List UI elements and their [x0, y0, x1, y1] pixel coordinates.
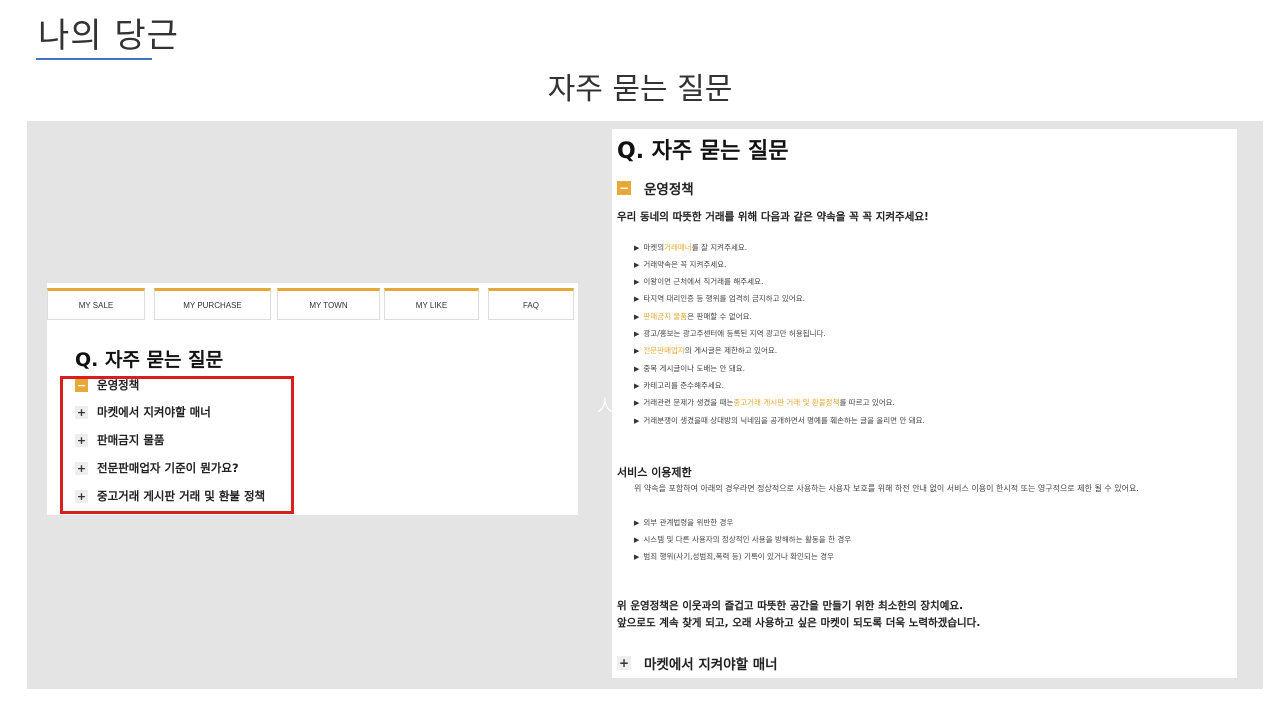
slide-subtitle: 자주 묻는 질문 — [547, 72, 733, 107]
faq-heading: Q. 자주 묻는 질문 — [75, 349, 224, 371]
tab-my-sale[interactable]: MY SALE — [47, 288, 145, 320]
triangle-bullet-icon: ▶ — [634, 243, 640, 252]
faq-detail-heading: Q. 자주 묻는 질문 — [617, 139, 789, 164]
closing-line-2: 앞으로도 계속 찾게 되고, 오래 사용하고 싶은 마켓이 되도록 더욱 노력하… — [617, 617, 981, 629]
plus-icon: + — [617, 656, 631, 670]
triangle-bullet-icon: ▶ — [634, 329, 640, 338]
tab-my-like[interactable]: MY LIKE — [384, 288, 479, 320]
policy-bullet: ▶ 전문판매업자 의 게시글은 제한하고 있어요. — [634, 345, 778, 356]
tab-my-town[interactable]: MY TOWN — [277, 288, 380, 320]
triangle-bullet-icon: ▶ — [634, 346, 640, 355]
highlight-box — [60, 376, 294, 514]
policy-bullet: ▶ 중복 게시글이나 도배는 안 돼요. — [634, 364, 746, 373]
service-restriction-title: 서비스 이용제한 — [617, 466, 692, 479]
mypage-tabs: MY SALE MY PURCHASE MY TOWN MY LIKE FAQ — [47, 288, 578, 320]
triangle-bullet-icon: ▶ — [634, 535, 640, 544]
triangle-bullet-icon: ▶ — [634, 294, 640, 303]
restriction-bullet: ▶ 외부 관계법령을 위반한 경우 — [634, 518, 734, 527]
section-label: 운영정책 — [644, 182, 694, 198]
tab-faq[interactable]: FAQ — [488, 288, 574, 320]
policy-bullet: ▶ 타지역 대리인증 등 행위를 엄격히 금지하고 있어요. — [634, 294, 805, 303]
policy-link[interactable]: 전문판매업자 — [643, 345, 684, 356]
faq-section-closed[interactable]: + 마켓에서 지켜야할 매너 — [617, 653, 778, 673]
triangle-bullet-icon: ▶ — [634, 518, 640, 527]
triangle-bullet-icon: ▶ — [634, 277, 640, 286]
policy-bullet: ▶ 마켓의 거래매너 를 잘 지켜주세요. — [634, 242, 748, 253]
policy-intro: 우리 동네의 따뜻한 거래를 위해 다음과 같은 약속을 꼭 꼭 지켜주세요! — [617, 211, 929, 223]
tab-my-purchase[interactable]: MY PURCHASE — [154, 288, 271, 320]
faq-section-open[interactable]: − 운영정책 — [617, 178, 694, 198]
title-underline — [36, 58, 152, 60]
minus-icon: − — [617, 181, 631, 195]
policy-bullet: ▶ 거래분쟁이 생겼을때 상대방의 닉네임을 공개하면서 명예를 훼손하는 글을… — [634, 416, 925, 425]
policy-bullet: ▶ 이왕이면 근처에서 직거래를 해주세요. — [634, 277, 764, 286]
triangle-bullet-icon: ▶ — [634, 416, 640, 425]
policy-bullet: ▶ 거래관련 문제가 생겼을 때는 중고거래 게시판 거래 및 환불정책 를 따르… — [634, 397, 895, 408]
slide-title: 나의 당근 — [38, 16, 179, 56]
restriction-bullet: ▶ 시스템 및 다른 사용자의 정상적인 사용을 방해하는 활동을 한 경우 — [634, 535, 852, 544]
triangle-bullet-icon: ▶ — [634, 552, 640, 561]
service-restriction-text: 위 약속을 포함하여 아래의 경우라면 정상적으로 사용하는 사용자 보호를 위… — [634, 484, 1139, 493]
policy-bullet: ▶ 카테고리를 준수해주세요. — [634, 381, 725, 390]
policy-bullet: ▶ 광고/홍보는 광고주센터에 등록된 지역 광고만 허용됩니다. — [634, 329, 826, 338]
stray-glyph: 人 — [597, 396, 614, 415]
policy-link[interactable]: 판매금지 물품 — [643, 311, 687, 322]
closing-line-1: 위 운영정책은 이웃과의 즐겁고 따뜻한 공간을 만들기 위한 최소한의 장치예… — [617, 600, 964, 612]
triangle-bullet-icon: ▶ — [634, 312, 640, 321]
policy-link[interactable]: 중고거래 게시판 거래 및 환불정책 — [733, 397, 839, 408]
triangle-bullet-icon: ▶ — [634, 381, 640, 390]
triangle-bullet-icon: ▶ — [634, 364, 640, 373]
restriction-bullet: ▶ 범죄 행위(사기,성범죄,폭력 등) 기록이 있거나 확인되는 경우 — [634, 552, 834, 561]
triangle-bullet-icon: ▶ — [634, 260, 640, 269]
section-label: 마켓에서 지켜야할 매너 — [644, 657, 778, 673]
policy-bullet: ▶ 거래약속은 꼭 지켜주세요. — [634, 260, 727, 269]
triangle-bullet-icon: ▶ — [634, 398, 640, 407]
policy-link[interactable]: 거래매너 — [664, 242, 692, 253]
faq-detail-screenshot: Q. 자주 묻는 질문 − 운영정책 우리 동네의 따뜻한 거래를 위해 다음과… — [612, 129, 1237, 678]
policy-bullet: ▶ 판매금지 물품 은 판매할 수 없어요. — [634, 311, 752, 322]
